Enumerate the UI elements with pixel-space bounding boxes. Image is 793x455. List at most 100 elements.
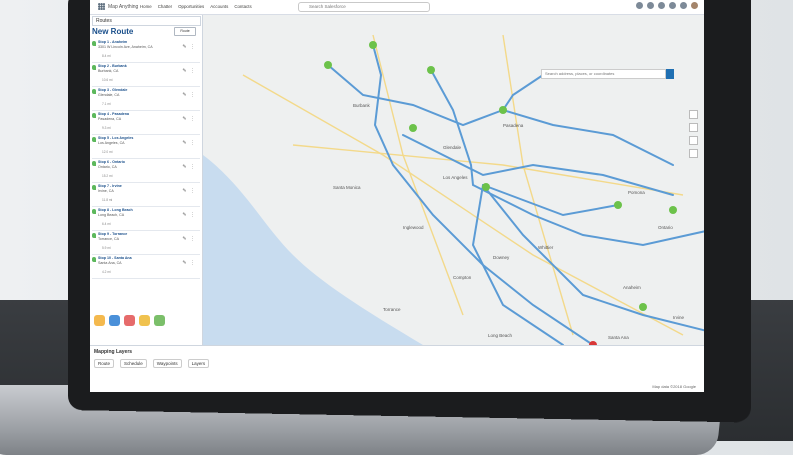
nav-tab[interactable]: Contacts xyxy=(234,4,251,9)
list-item[interactable]: Stop 3 - Glendale Glendale, CA 7.1 mi ✎ ⋮ xyxy=(92,87,200,111)
edit-icon[interactable]: ✎ ⋮ xyxy=(182,92,196,98)
map-pin-icon[interactable] xyxy=(614,201,622,209)
map-label: Pasadena xyxy=(503,123,524,128)
map-pin-icon[interactable] xyxy=(409,124,417,132)
list-item[interactable]: Stop 2 - Burbank Burbank, CA 10.6 mi ✎ ⋮ xyxy=(92,63,200,87)
list-item[interactable]: Stop 10 - Santa Ana Santa Ana, CA 4.2 mi ✎ … xyxy=(92,255,200,279)
map-label: Pomona xyxy=(628,190,645,195)
nav-tabs: Home Chatter Opportunities Accounts Cont… xyxy=(140,4,252,9)
map-label: Whittier xyxy=(538,245,554,250)
bell-icon[interactable] xyxy=(680,2,687,9)
list-item[interactable]: Stop 6 - Ontario Ontario, CA 15.2 mi ✎ ⋮ xyxy=(92,159,200,183)
laptop-screen: Map Anything Home Chatter Opportunities … xyxy=(90,0,704,392)
bottom-panel-title: Mapping Layers xyxy=(94,349,133,355)
list-item[interactable]: Stop 9 - Torrance Torrance, CA 5.9 mi ✎ ⋮ xyxy=(92,231,200,255)
tab-waypoints[interactable]: Waypoints xyxy=(152,359,182,368)
map-pin-icon[interactable] xyxy=(482,183,490,191)
map-pin-icon xyxy=(92,233,96,238)
map-pin-icon[interactable] xyxy=(669,206,677,214)
edit-icon[interactable]: ✎ ⋮ xyxy=(182,116,196,122)
list-item[interactable]: Stop 8 - Long Beach Long Beach, CA 6.4 mi ✎… xyxy=(92,207,200,231)
panel-tools xyxy=(94,315,165,326)
map-pin-icon[interactable] xyxy=(369,41,377,49)
edit-icon[interactable]: ✎ ⋮ xyxy=(182,236,196,242)
list-item[interactable]: Stop 5 - Los Angeles Los Angeles, CA 12.0 … xyxy=(92,135,200,159)
gear-icon[interactable] xyxy=(669,2,676,9)
edit-icon[interactable]: ✎ ⋮ xyxy=(182,212,196,218)
map-label: Long Beach xyxy=(488,333,513,338)
search-icon[interactable] xyxy=(666,69,674,79)
star-icon[interactable] xyxy=(636,2,643,9)
route-button[interactable]: Route xyxy=(174,27,196,36)
layers-icon[interactable] xyxy=(689,149,698,158)
map-label: Downey xyxy=(493,255,510,260)
map-pin-icon xyxy=(92,161,96,166)
map-pin-icon xyxy=(92,113,96,118)
map-controls xyxy=(689,110,698,158)
search-icon[interactable] xyxy=(124,315,135,326)
map-label: Santa Ana xyxy=(608,335,629,340)
map-attribution: Map data ©2018 Google xyxy=(652,384,696,389)
folder-icon[interactable] xyxy=(94,315,105,326)
map-canvas[interactable]: Los Angeles Pasadena Burbank Glendale Sa… xyxy=(203,15,704,345)
nav-tab[interactable]: Opportunities xyxy=(178,4,204,9)
map-pin-icon[interactable] xyxy=(324,61,332,69)
edit-icon[interactable]: ✎ ⋮ xyxy=(182,140,196,146)
nav-tab[interactable]: Chatter xyxy=(158,4,172,9)
route-lines xyxy=(327,44,704,345)
global-search-input[interactable]: Search Salesforce xyxy=(298,2,430,12)
map-label: Inglewood xyxy=(403,225,424,230)
route-map xyxy=(203,34,704,345)
nav-tab[interactable]: Accounts xyxy=(210,4,228,9)
map-label: Anaheim xyxy=(623,285,641,290)
map-pin-icon xyxy=(92,65,96,70)
edit-icon[interactable]: ✎ ⋮ xyxy=(182,164,196,170)
map-pin-icon xyxy=(92,137,96,142)
map-pin-icon xyxy=(92,257,96,262)
avatar[interactable] xyxy=(691,2,698,9)
map-pin-icon[interactable] xyxy=(427,66,435,74)
map-search-input[interactable]: Search address, places, or coordinates xyxy=(541,69,666,79)
edit-icon[interactable]: ✎ ⋮ xyxy=(182,260,196,266)
nav-tab[interactable]: Home xyxy=(140,4,152,9)
map-pin-icon xyxy=(92,41,96,46)
map-label: Los Angeles xyxy=(443,175,468,180)
map-label: Ontario xyxy=(658,225,673,230)
route-dropdown[interactable]: Routes xyxy=(92,16,201,26)
map-pin-icon[interactable] xyxy=(639,303,647,311)
map-label: Santa Monica xyxy=(333,185,361,190)
edit-icon[interactable]: ✎ ⋮ xyxy=(182,68,196,74)
app-launcher-icon[interactable] xyxy=(98,3,105,10)
lightbulb-icon[interactable] xyxy=(139,315,150,326)
list-item[interactable]: Stop 7 - Irvine Irvine, CA 11.8 mi ✎ ⋮ xyxy=(92,183,200,207)
route-icon[interactable] xyxy=(154,315,165,326)
route-panel: Routes New Route Route Stop 1 - Anaheim 3… xyxy=(90,15,203,345)
zoom-in-icon[interactable] xyxy=(689,110,698,119)
top-icons xyxy=(636,2,698,9)
bottom-tabs: Route Schedule Waypoints Layers xyxy=(94,359,210,368)
map-pin-icon[interactable] xyxy=(499,106,507,114)
tab-route[interactable]: Route xyxy=(94,359,115,368)
map-label: Burbank xyxy=(353,103,370,108)
stop-pins xyxy=(324,41,677,345)
map-label: Glendale xyxy=(443,145,462,150)
map-label: Irvine xyxy=(673,315,685,320)
help-icon[interactable] xyxy=(658,2,665,9)
list-item[interactable]: Stop 1 - Anaheim 3301 W Lincoln Ave, Anah… xyxy=(92,39,200,63)
tab-layers[interactable]: Layers xyxy=(187,359,210,368)
tab-schedule[interactable]: Schedule xyxy=(120,359,147,368)
map-pin-icon xyxy=(92,209,96,214)
map-label: Compton xyxy=(453,275,472,280)
list-item[interactable]: Stop 4 - Pasadena Pasadena, CA 9.3 mi ✎ ⋮ xyxy=(92,111,200,135)
app-name: Map Anything xyxy=(108,4,139,10)
map-label: Torrance xyxy=(383,307,401,312)
edit-icon[interactable]: ✎ ⋮ xyxy=(182,44,196,50)
edit-icon[interactable]: ✎ ⋮ xyxy=(182,188,196,194)
layers-icon[interactable] xyxy=(109,315,120,326)
add-icon[interactable] xyxy=(647,2,654,9)
route-title: New Route xyxy=(92,27,134,36)
zoom-out-icon[interactable] xyxy=(689,123,698,132)
top-navigation-bar: Map Anything Home Chatter Opportunities … xyxy=(90,0,704,15)
street-view-icon[interactable] xyxy=(689,136,698,145)
bottom-panel: Mapping Layers Route Schedule Waypoints … xyxy=(90,345,704,392)
